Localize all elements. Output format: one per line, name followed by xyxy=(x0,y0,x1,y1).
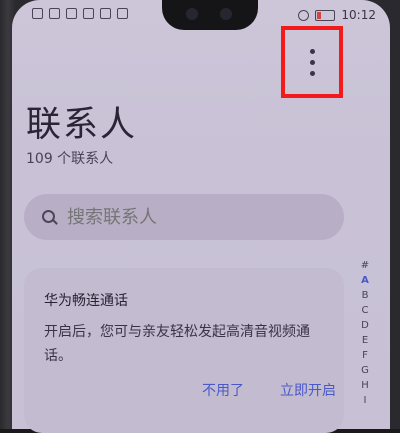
alpha-index-item[interactable]: A xyxy=(356,273,374,288)
alpha-index-item[interactable]: # xyxy=(356,258,374,273)
status-icons-left xyxy=(32,8,128,19)
alpha-index-item[interactable]: H xyxy=(356,378,374,393)
alpha-index-item[interactable]: C xyxy=(356,303,374,318)
contact-count: 109 个联系人 xyxy=(26,151,114,167)
card-title: 华为畅连通话 xyxy=(44,293,128,309)
location-icon xyxy=(117,8,128,19)
page-title: 联系人 xyxy=(26,105,138,145)
wifi-icon xyxy=(49,8,60,19)
alpha-index-item[interactable]: B xyxy=(356,288,374,303)
alpha-index[interactable]: # A B C D E F G H I xyxy=(356,258,374,408)
highlight-box xyxy=(281,26,343,98)
alpha-index-item[interactable]: E xyxy=(356,333,374,348)
search-bar[interactable] xyxy=(24,194,344,240)
heart-icon xyxy=(66,8,77,19)
alpha-index-item[interactable]: G xyxy=(356,363,374,378)
alpha-index-item[interactable]: D xyxy=(356,318,374,333)
enable-button[interactable]: 立即开启 xyxy=(280,380,336,400)
alpha-index-item[interactable]: I xyxy=(356,393,374,408)
status-time: 10:12 xyxy=(341,8,376,22)
alarm-icon xyxy=(298,9,310,21)
search-input[interactable] xyxy=(65,205,309,229)
notification-icon xyxy=(100,8,111,19)
status-icons-right: 10:12 xyxy=(298,8,376,22)
status-bar: 10:12 xyxy=(32,8,376,24)
sim-icon xyxy=(32,8,43,19)
dismiss-button[interactable]: 不用了 xyxy=(202,380,244,400)
alpha-index-item[interactable]: F xyxy=(356,348,374,363)
meetime-promo-card: 华为畅连通话 开启后，您可与亲友轻松发起高清音视频通话。 不用了 立即开启 xyxy=(24,268,344,433)
search-icon xyxy=(42,209,57,225)
card-body: 开启后，您可与亲友轻松发起高清音视频通话。 xyxy=(44,324,310,364)
battery-icon xyxy=(315,9,336,21)
huawei-icon xyxy=(83,8,94,19)
